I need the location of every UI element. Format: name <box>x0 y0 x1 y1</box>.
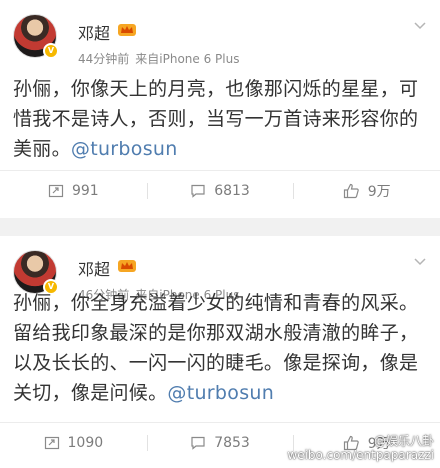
mention-link[interactable]: @turbosun <box>71 138 178 160</box>
comment-icon <box>191 436 205 450</box>
avatar[interactable]: V <box>13 14 59 59</box>
chevron-down-icon[interactable] <box>414 258 426 266</box>
post-time: 44分钟前 <box>78 52 130 66</box>
vip-crown-icon <box>118 260 136 272</box>
watermark-handle: @娱乐八卦 <box>373 434 434 448</box>
author-name[interactable]: 邓超 <box>78 20 110 44</box>
repost-button[interactable]: 991 <box>0 171 147 210</box>
thumbs-up-icon <box>343 183 359 198</box>
repost-icon <box>48 184 64 197</box>
like-button[interactable]: 9万 <box>293 171 440 210</box>
post-text: 孙俪，你像天上的月亮，也像那闪烁的星星，可惜我不是诗人，否则，当写一万首诗来形容… <box>13 74 428 164</box>
verified-badge-icon: V <box>43 43 59 59</box>
comment-icon <box>191 184 205 198</box>
post-meta: 44分钟前 来自iPhone 6 Plus <box>78 50 239 67</box>
like-count: 9万 <box>367 183 391 200</box>
comment-count: 6813 <box>214 182 250 199</box>
vip-crown-icon <box>118 24 136 36</box>
repost-icon <box>44 436 59 449</box>
repost-count: 991 <box>71 182 99 199</box>
watermark: @娱乐八卦 weibo.com/entpaparazzi <box>287 434 434 462</box>
mention-link[interactable]: @turbosun <box>167 382 274 404</box>
action-bar: 991 6813 9万 <box>0 170 440 210</box>
comment-button[interactable]: 6813 <box>146 171 294 210</box>
repost-count: 1090 <box>67 434 104 451</box>
chevron-down-icon[interactable] <box>414 22 426 30</box>
author-name[interactable]: 邓超 <box>78 256 110 280</box>
post-source: 来自iPhone 6 Plus <box>135 52 240 66</box>
comment-count: 7853 <box>214 434 250 451</box>
watermark-site: weibo.com/entpaparazzi <box>287 448 434 462</box>
comment-button[interactable]: 7853 <box>146 423 294 462</box>
post-text: 孙俪，你全身充溢着少女的纯情和青春的风采。留给我印象最深的是你那双湖水般清澈的眸… <box>13 288 428 408</box>
post-card: V 邓超 44分钟前 来自iPhone 6 Plus 孙俪，你像天上的月亮，也像那… <box>0 0 440 218</box>
repost-button[interactable]: 1090 <box>0 423 147 462</box>
